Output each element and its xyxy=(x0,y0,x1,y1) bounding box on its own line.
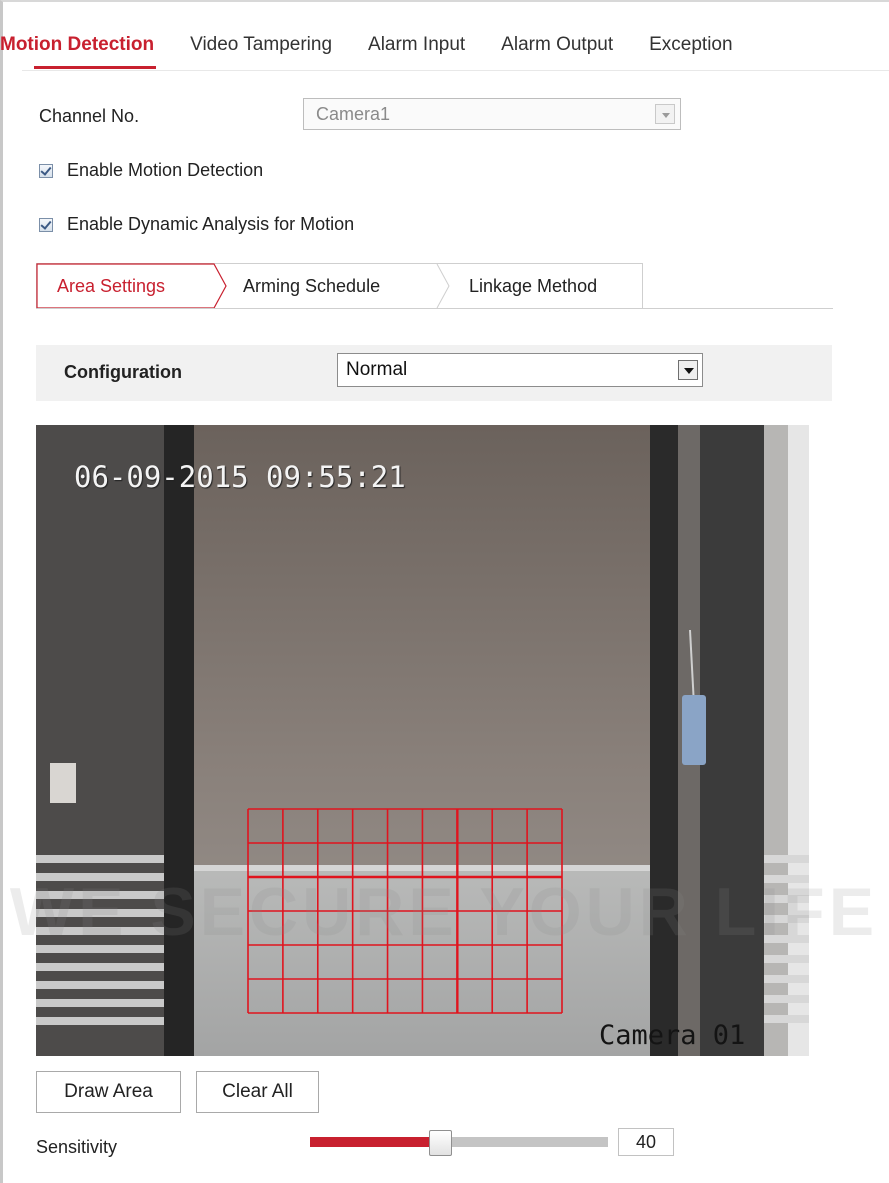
sensitivity-slider-fill xyxy=(310,1137,430,1147)
subtab-divider xyxy=(36,308,833,309)
tab-motion-detection[interactable]: Motion Detection xyxy=(0,30,157,70)
osd-timestamp: 06-09-2015 09:55:21 xyxy=(74,460,406,494)
osd-camera-name: Camera 01 xyxy=(599,1020,746,1051)
tab-exception[interactable]: Exception xyxy=(649,30,732,70)
channel-select-value: Camera1 xyxy=(316,104,391,124)
enable-dynamic-label: Enable Dynamic Analysis for Motion xyxy=(67,214,355,234)
top-tab-bar: Motion Detection Video Tampering Alarm I… xyxy=(0,30,733,70)
channel-select[interactable]: Camera1 xyxy=(303,98,681,130)
sensitivity-slider-track[interactable] xyxy=(310,1137,608,1147)
configuration-select-value: Normal xyxy=(346,359,408,380)
chevron-down-icon[interactable] xyxy=(655,104,675,124)
enable-motion-row: Enable Motion Detection xyxy=(39,160,263,181)
sub-tab-bar: Area Settings Arming Schedule Linkage Me… xyxy=(36,263,643,309)
subtab-arming-schedule[interactable]: Arming Schedule xyxy=(243,264,380,308)
tab-divider xyxy=(22,70,889,71)
configuration-label: Configuration xyxy=(64,362,182,382)
sensitivity-label: Sensitivity xyxy=(36,1137,118,1157)
enable-dynamic-row: Enable Dynamic Analysis for Motion xyxy=(39,214,354,235)
enable-motion-label: Enable Motion Detection xyxy=(67,160,264,180)
subtab-area-settings[interactable]: Area Settings xyxy=(57,264,165,308)
configuration-bar: Configuration Normal xyxy=(36,345,832,401)
subtab-linkage-method[interactable]: Linkage Method xyxy=(469,264,597,308)
enable-motion-checkbox[interactable] xyxy=(39,163,53,178)
configuration-select[interactable]: Normal xyxy=(337,353,703,387)
channel-label: Channel No. xyxy=(39,106,140,126)
tab-alarm-input[interactable]: Alarm Input xyxy=(368,30,465,70)
sensitivity-value-field[interactable]: 40 xyxy=(618,1128,674,1156)
video-preview[interactable]: 06-09-2015 09:55:21 Camera 01 xyxy=(36,425,809,1056)
enable-dynamic-checkbox[interactable] xyxy=(39,217,53,232)
tab-alarm-output[interactable]: Alarm Output xyxy=(501,30,613,70)
clear-all-button[interactable]: Clear All xyxy=(196,1071,319,1113)
tab-video-tampering[interactable]: Video Tampering xyxy=(190,30,332,70)
sensitivity-slider-thumb[interactable] xyxy=(429,1130,453,1156)
chevron-down-icon[interactable] xyxy=(678,360,698,380)
motion-grid-svg xyxy=(247,808,563,1014)
draw-area-button[interactable]: Draw Area xyxy=(36,1071,181,1113)
